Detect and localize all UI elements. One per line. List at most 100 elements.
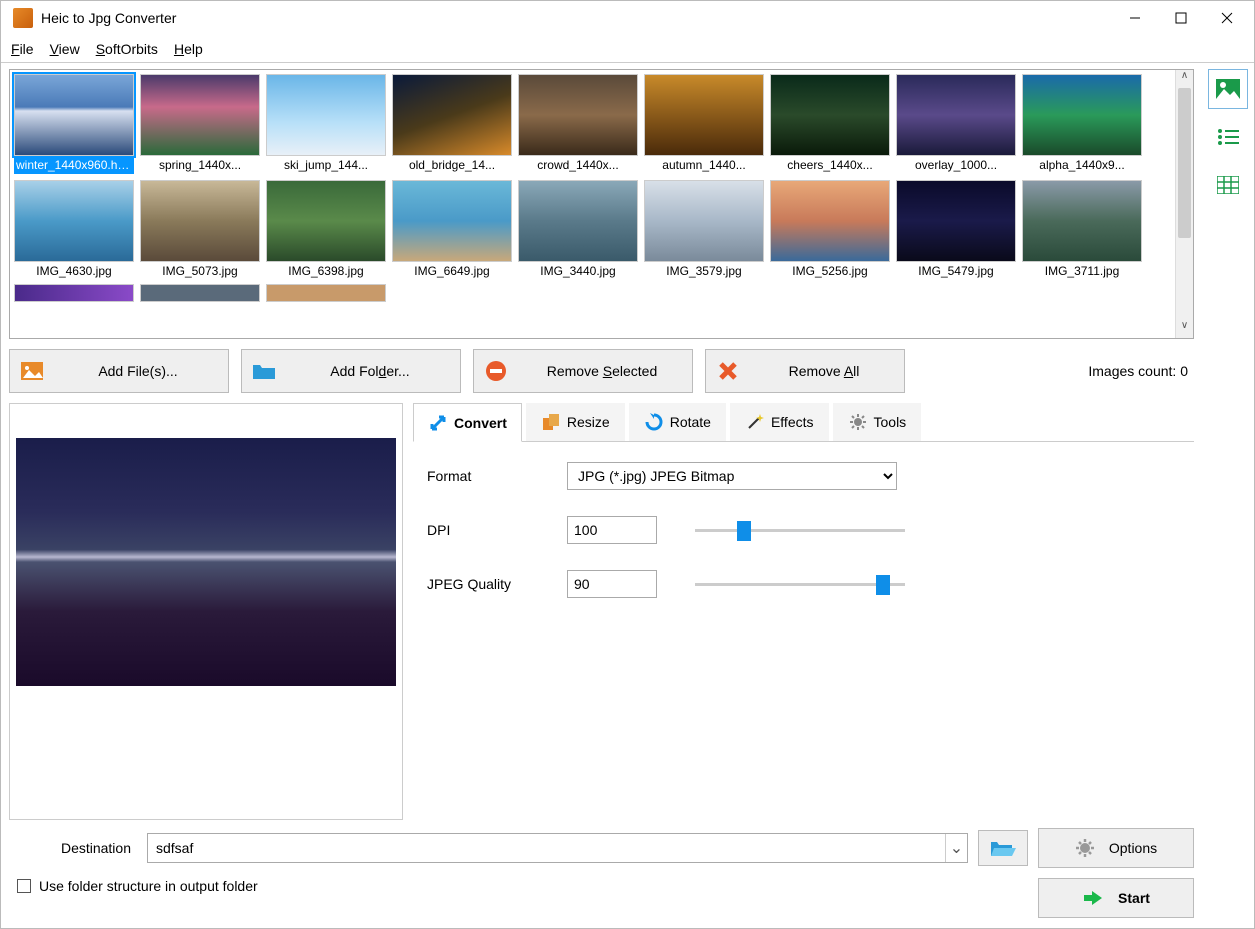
format-label: Format [427,468,567,484]
format-select[interactable]: JPG (*.jpg) JPEG Bitmap [567,462,897,490]
delete-icon [716,360,740,382]
title-bar: Heic to Jpg Converter [1,1,1254,35]
start-arrow-icon [1082,889,1104,907]
thumbnail-item[interactable]: IMG_3579.jpg [644,180,764,278]
thumbnail-item[interactable]: cheers_1440x... [770,74,890,174]
thumbnail-item[interactable] [14,284,134,302]
remove-all-button[interactable]: Remove All [705,349,905,393]
window-title: Heic to Jpg Converter [41,10,176,26]
convert-icon [428,413,448,433]
action-buttons-row: Add File(s)... Add Folder... Remove Sele… [9,349,1194,393]
browse-button[interactable] [978,830,1028,866]
maximize-button[interactable] [1158,2,1204,34]
preview-image [16,438,396,686]
image-view-icon [1216,79,1240,99]
tab-label: Convert [454,415,507,431]
start-button[interactable]: Start [1038,878,1194,918]
quality-input[interactable] [567,570,657,598]
tab-rotate[interactable]: Rotate [629,403,726,441]
image-icon [20,360,44,382]
folder-icon [252,360,276,382]
grid-icon [1217,176,1239,194]
add-folder-button[interactable]: Add Folder... [241,349,461,393]
dpi-label: DPI [427,522,567,538]
dpi-slider[interactable] [695,518,905,542]
thumbnail-item[interactable]: IMG_3711.jpg [1022,180,1142,278]
thumbnail-item[interactable]: old_bridge_14... [392,74,512,174]
side-toolbar [1202,63,1254,928]
tab-resize[interactable]: Resize [526,403,625,441]
checkbox-label: Use folder structure in output folder [39,878,258,894]
menu-bar: File View SoftOrbits Help [1,35,1254,63]
menu-softorbits[interactable]: SoftOrbits [96,41,158,57]
view-list-button[interactable] [1208,117,1248,157]
tab-convert[interactable]: Convert [413,403,522,442]
folder-open-icon [990,838,1016,858]
add-files-button[interactable]: Add File(s)... [9,349,229,393]
options-button[interactable]: Options [1038,828,1194,868]
thumbnail-item[interactable]: IMG_3440.jpg [518,180,638,278]
scroll-up-icon[interactable]: ∧ [1176,70,1193,88]
menu-help[interactable]: Help [174,41,203,57]
thumbnail-item[interactable]: winter_1440x960.heic [14,74,134,174]
checkbox-icon [17,879,31,893]
button-label: Start [1118,890,1150,906]
preview-panel [9,403,403,820]
chevron-down-icon[interactable]: ⌄ [945,834,967,862]
destination-value: sdfsaf [148,840,945,856]
thumbnail-item[interactable]: IMG_6398.jpg [266,180,386,278]
scroll-down-icon[interactable]: ∨ [1176,320,1193,338]
thumbnail-panel: winter_1440x960.heic spring_1440x... ski… [9,69,1194,339]
thumbnail-item[interactable]: IMG_5479.jpg [896,180,1016,278]
tab-label: Effects [771,414,814,430]
thumbnail-grid[interactable]: winter_1440x960.heic spring_1440x... ski… [10,70,1175,338]
close-button[interactable] [1204,2,1250,34]
destination-label: Destination [9,840,137,856]
dpi-input[interactable] [567,516,657,544]
tab-effects[interactable]: Effects [730,403,829,441]
thumbnail-item[interactable]: crowd_1440x... [518,74,638,174]
thumbnail-item[interactable]: IMG_4630.jpg [14,180,134,278]
thumbnail-item[interactable]: IMG_6649.jpg [392,180,512,278]
tools-icon [848,412,868,432]
remove-selected-button[interactable]: Remove Selected [473,349,693,393]
gear-icon [1075,838,1095,858]
thumbnail-item[interactable]: overlay_1000... [896,74,1016,174]
quality-slider[interactable] [695,572,905,596]
effects-icon [745,412,765,432]
menu-view[interactable]: View [50,41,80,57]
tab-label: Rotate [670,414,711,430]
thumbnail-item[interactable] [266,284,386,302]
menu-file[interactable]: File [11,41,34,57]
app-icon [13,8,33,28]
thumbnail-scrollbar[interactable]: ∧ ∨ [1175,70,1193,338]
remove-icon [484,360,508,382]
minimize-button[interactable] [1112,2,1158,34]
button-label: Remove All [754,363,894,379]
button-label: Remove Selected [522,363,682,379]
thumbnail-item[interactable]: ski_jump_144... [266,74,386,174]
convert-tab-body: Format JPG (*.jpg) JPEG Bitmap DPI JPEG … [413,442,1194,644]
view-thumbnails-button[interactable] [1208,69,1248,109]
use-folder-structure-checkbox[interactable]: Use folder structure in output folder [9,878,258,894]
button-label: Add Folder... [290,363,450,379]
button-label: Add File(s)... [58,363,218,379]
resize-icon [541,412,561,432]
thumbnail-item[interactable] [140,284,260,302]
thumbnail-item[interactable]: spring_1440x... [140,74,260,174]
destination-combo[interactable]: sdfsaf ⌄ [147,833,968,863]
quality-label: JPEG Quality [427,576,567,592]
tab-label: Resize [567,414,610,430]
tab-label: Tools [874,414,907,430]
thumbnail-item[interactable]: autumn_1440... [644,74,764,174]
thumbnail-item[interactable]: IMG_5256.jpg [770,180,890,278]
rotate-icon [644,412,664,432]
thumbnail-item[interactable]: alpha_1440x9... [1022,74,1142,174]
thumbnail-item[interactable]: IMG_5073.jpg [140,180,260,278]
tab-bar: Convert Resize Rotate Effects Tools [413,403,1194,442]
button-label: Options [1109,840,1157,856]
tab-tools[interactable]: Tools [833,403,922,441]
view-details-button[interactable] [1208,165,1248,205]
images-count-label: Images count: 0 [1088,363,1194,379]
scrollbar-handle[interactable] [1178,88,1191,238]
